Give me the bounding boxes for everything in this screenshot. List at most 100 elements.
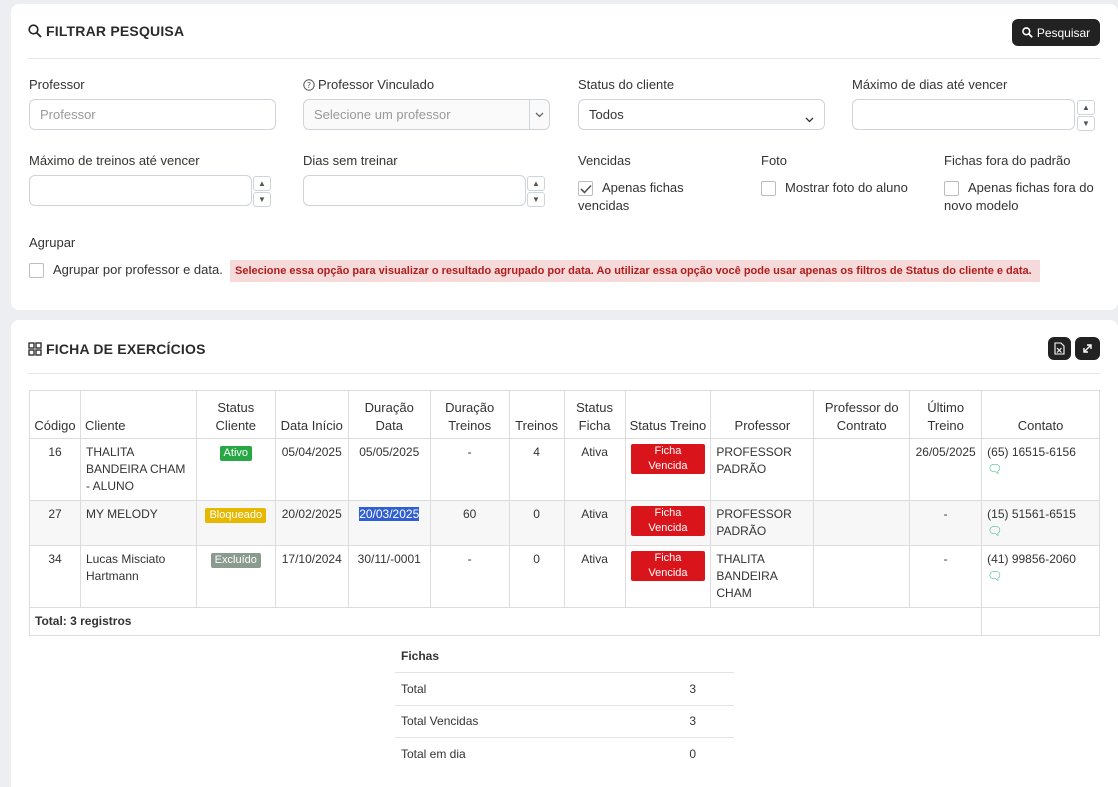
status-badge: Excluído bbox=[210, 553, 261, 568]
divider bbox=[28, 373, 1100, 374]
expand-button[interactable] bbox=[1075, 337, 1100, 360]
fichas-fora-option[interactable]: Apenas fichas fora do novo modelo bbox=[944, 179, 1094, 215]
search-button-label: Pesquisar bbox=[1036, 25, 1091, 40]
professor-input[interactable]: Professor bbox=[29, 99, 276, 130]
column-header[interactable]: Duração Data bbox=[347, 390, 431, 439]
dias-sem-treinar-input[interactable] bbox=[303, 175, 526, 206]
contato-text: (41) 99856-2060 bbox=[987, 552, 1076, 566]
results-title-text: FICHA DE EXERCÍCIOS bbox=[46, 341, 206, 357]
fichas-table: Código Cliente Status Cliente Data Iníci… bbox=[28, 390, 1100, 636]
agrupar-checkbox[interactable] bbox=[29, 263, 44, 278]
expand-icon bbox=[1083, 344, 1092, 353]
summary-table: Fichas Total 3 Total Vencidas 3 Total em d… bbox=[395, 640, 734, 770]
agrupar-option[interactable]: Agrupar por professor e data. bbox=[53, 261, 223, 279]
cell-status-treino: Ficha Vencida bbox=[624, 500, 712, 546]
column-header[interactable]: Último Treino bbox=[909, 390, 983, 439]
export-excel-button[interactable] bbox=[1048, 337, 1071, 360]
cell-codigo: 34 bbox=[29, 545, 81, 608]
filter-panel: FILTRAR PESQUISA Pesquisar Professor Pro… bbox=[11, 4, 1118, 310]
table-row[interactable]: 27 MY MELODY Bloqueado 20/02/2025 20/03/… bbox=[29, 500, 1100, 546]
column-header[interactable]: Data Início bbox=[274, 390, 349, 439]
stepper-up-icon[interactable]: ▲ bbox=[253, 176, 271, 191]
cell-data-inicio: 17/10/2024 bbox=[274, 545, 349, 608]
table-row[interactable]: 34 Lucas Misciato Hartmann Excluído 17/1… bbox=[29, 545, 1100, 608]
filter-title: FILTRAR PESQUISA bbox=[28, 23, 184, 39]
stepper-up-icon[interactable]: ▲ bbox=[527, 176, 545, 191]
status-cliente-label: Status do cliente bbox=[578, 77, 675, 92]
status-badge: Ficha Vencida bbox=[630, 551, 706, 581]
cell-duracao-treinos: - bbox=[429, 438, 510, 501]
status-cliente-value: Todos bbox=[589, 107, 624, 122]
chat-icon[interactable]: 🗨︎ bbox=[987, 524, 1002, 538]
summary-label: Total bbox=[395, 672, 612, 706]
fichas-fora-label: Fichas fora do padrão bbox=[944, 153, 1071, 168]
table-row[interactable]: 16 THALITA BANDEIRA CHAM - ALUNO Ativo 0… bbox=[29, 438, 1100, 501]
professor-vinculado-label-text: Professor Vinculado bbox=[318, 77, 435, 92]
max-dias-stepper[interactable]: ▲ ▼ bbox=[1077, 100, 1095, 131]
status-badge: Bloqueado bbox=[205, 508, 267, 523]
summary-row: Total 3 bbox=[395, 672, 734, 706]
column-header[interactable]: Status Treino bbox=[624, 390, 712, 439]
column-header[interactable]: Status Ficha bbox=[563, 390, 626, 439]
column-header[interactable]: Contato bbox=[981, 390, 1100, 439]
cell-contato: (15) 51561-6515 🗨︎ bbox=[981, 500, 1100, 546]
cell-duracao-data: 20/03/2025 bbox=[347, 500, 431, 546]
cell-ultimo-treino: - bbox=[909, 500, 983, 546]
agrupar-warning: Selecione essa opção para visualizar o r… bbox=[230, 260, 1040, 282]
status-cliente-select[interactable]: Todos bbox=[578, 99, 825, 130]
column-header[interactable]: Código bbox=[29, 390, 81, 439]
chat-icon[interactable]: 🗨︎ bbox=[987, 569, 1002, 583]
status-badge: Ficha Vencida bbox=[630, 506, 706, 536]
filter-title-text: FILTRAR PESQUISA bbox=[46, 23, 185, 39]
contato-text: (65) 16515-6156 bbox=[987, 445, 1076, 459]
max-treinos-stepper[interactable]: ▲ ▼ bbox=[253, 176, 271, 207]
max-dias-input[interactable] bbox=[852, 99, 1075, 130]
max-treinos-label: Máximo de treinos até vencer bbox=[29, 153, 200, 168]
cell-treinos: 0 bbox=[508, 500, 565, 546]
cell-status-treino: Ficha Vencida bbox=[624, 545, 712, 608]
summary-value: 3 bbox=[611, 672, 734, 706]
svg-text:?: ? bbox=[307, 81, 311, 90]
search-button[interactable]: Pesquisar bbox=[1012, 19, 1100, 46]
summary-header: Fichas bbox=[395, 640, 612, 673]
stepper-up-icon[interactable]: ▲ bbox=[1077, 100, 1095, 115]
cell-data-inicio: 05/04/2025 bbox=[274, 438, 349, 501]
column-header[interactable]: Duração Treinos bbox=[429, 390, 510, 439]
column-header[interactable]: Cliente bbox=[79, 390, 197, 439]
column-header[interactable]: Status Cliente bbox=[195, 390, 276, 439]
summary-value: 0 bbox=[689, 747, 696, 761]
cell-cliente: Lucas Misciato Hartmann bbox=[79, 545, 197, 608]
help-icon[interactable]: ? bbox=[303, 78, 315, 91]
stepper-down-icon[interactable]: ▼ bbox=[253, 192, 271, 207]
stepper-down-icon[interactable]: ▼ bbox=[527, 192, 545, 207]
summary-header-empty bbox=[611, 640, 734, 673]
column-header[interactable]: Treinos bbox=[508, 390, 565, 439]
chat-icon[interactable]: 🗨︎ bbox=[987, 462, 1002, 476]
column-header[interactable]: Professor do Contrato bbox=[813, 390, 911, 439]
chevron-down-icon bbox=[805, 111, 814, 126]
total-empty-cell bbox=[981, 607, 1100, 636]
cell-status-cliente: Ativo bbox=[195, 438, 276, 501]
stepper-down-icon[interactable]: ▼ bbox=[1077, 116, 1095, 131]
max-dias-label: Máximo de dias até vencer bbox=[852, 77, 1008, 92]
cell-ultimo-treino: - bbox=[909, 545, 983, 608]
summary-value: 3 bbox=[611, 705, 734, 738]
search-icon bbox=[1021, 27, 1033, 38]
summary-row: Total em dia 0 bbox=[395, 738, 734, 771]
professor-label: Professor bbox=[29, 77, 85, 92]
professor-vinculado-select[interactable]: Selecione um professor bbox=[303, 99, 550, 130]
cell-professor-contrato bbox=[813, 500, 911, 546]
foto-option[interactable]: Mostrar foto do aluno bbox=[761, 179, 911, 197]
summary-label: Total em dia bbox=[401, 747, 466, 761]
column-header[interactable]: Professor bbox=[710, 390, 815, 439]
vencidas-option[interactable]: Apenas fichas vencidas bbox=[578, 179, 738, 215]
divider bbox=[28, 58, 1100, 59]
dias-sem-treinar-label: Dias sem treinar bbox=[303, 153, 398, 168]
cell-status-ficha: Ativa bbox=[563, 438, 626, 501]
max-treinos-input[interactable] bbox=[29, 175, 252, 206]
cell-treinos: 4 bbox=[508, 438, 565, 501]
agrupar-label: Agrupar bbox=[29, 235, 76, 250]
cell-professor-contrato bbox=[813, 545, 911, 608]
dias-sem-treinar-stepper[interactable]: ▲ ▼ bbox=[527, 176, 545, 207]
cell-duracao-data: 05/05/2025 bbox=[347, 438, 431, 501]
